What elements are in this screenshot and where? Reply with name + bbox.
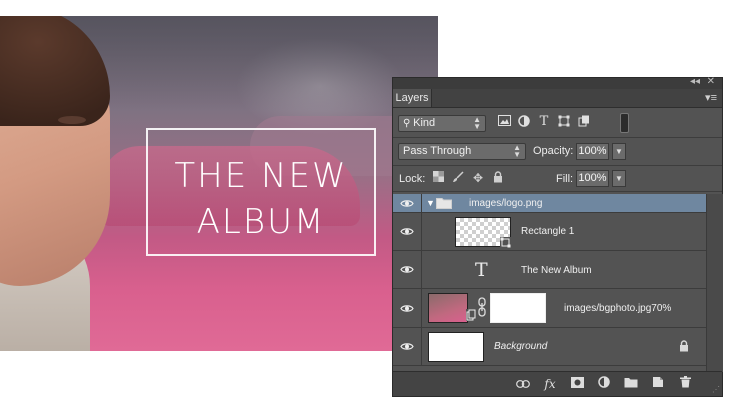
- album-logo[interactable]: THE NEW ALBUM: [146, 128, 376, 256]
- logo-line-1: THE NEW: [174, 156, 348, 196]
- pixel-filter-icon[interactable]: [497, 115, 511, 129]
- layer-row-background[interactable]: Background: [393, 328, 706, 366]
- panel-footer: fx ⋰: [393, 371, 722, 396]
- type-layer-icon: T: [475, 259, 488, 281]
- disclosure-triangle-icon[interactable]: ▼: [426, 198, 435, 208]
- layer-thumbnail: [428, 332, 484, 362]
- updown-arrows-icon: ▲ ▼: [513, 143, 521, 159]
- layer-name: images/logo.png: [469, 198, 543, 209]
- panel-tab-row: Layers ▾≡: [393, 89, 722, 108]
- layers-panel: ◂◂ ✕ Layers ▾≡ ⚲ Kind ▲ ▼ T Pass Through …: [392, 76, 723, 397]
- visibility-eye-icon[interactable]: [393, 251, 422, 288]
- updown-arrows-icon: ▲ ▼: [473, 115, 481, 131]
- layer-row-group[interactable]: ▼ images/logo.png: [393, 194, 706, 213]
- new-group-icon[interactable]: [623, 376, 639, 392]
- search-icon: ⚲: [403, 118, 414, 129]
- lock-row: Lock: ✥ Fill: 100% ▼: [393, 167, 722, 191]
- layers-list: ▼ images/logo.png Rectangle 1 T The New …: [393, 194, 706, 372]
- fx-icon[interactable]: fx: [542, 376, 558, 392]
- blend-mode-value: Pass Through: [403, 145, 472, 157]
- layer-name: The New Album: [521, 265, 592, 276]
- opacity-input[interactable]: 100%: [576, 143, 609, 160]
- opacity-dropdown-button[interactable]: ▼: [612, 143, 626, 160]
- divider: [393, 137, 722, 138]
- type-filter-icon[interactable]: T: [537, 115, 551, 129]
- adjustment-layer-icon[interactable]: [596, 376, 612, 392]
- filter-toggle[interactable]: [620, 113, 629, 133]
- opacity-label: Opacity:: [533, 145, 574, 157]
- layer-filter-row: ⚲ Kind ▲ ▼ T: [393, 111, 722, 137]
- lock-all-icon[interactable]: [491, 171, 505, 185]
- layer-mask-thumbnail[interactable]: [490, 293, 546, 323]
- logo-line-2: ALBUM: [196, 202, 326, 242]
- filter-kind-label: Kind: [413, 117, 436, 129]
- layer-name: Background: [494, 341, 548, 352]
- delete-layer-icon[interactable]: [677, 376, 693, 392]
- shape-layer-badge-icon: [500, 237, 511, 248]
- add-mask-icon[interactable]: [569, 376, 585, 392]
- tab-layers[interactable]: Layers: [393, 89, 432, 107]
- layer-name: Rectangle 1: [521, 226, 575, 237]
- visibility-eye-icon[interactable]: [393, 213, 422, 250]
- layer-name: images/bgphoto.jpg70%: [564, 303, 672, 314]
- close-panel-icon[interactable]: ✕: [707, 76, 715, 87]
- layers-scrollbar[interactable]: [706, 194, 723, 372]
- lock-position-move-icon[interactable]: ✥: [471, 171, 485, 185]
- layer-row-text[interactable]: T The New Album: [393, 251, 706, 289]
- resize-grip-icon[interactable]: ⋰: [712, 385, 720, 394]
- panel-title-bar: ◂◂ ✕: [393, 76, 722, 89]
- photo-eye: [58, 116, 86, 124]
- folder-icon: [436, 197, 452, 209]
- document-canvas: THE NEW ALBUM: [0, 16, 438, 351]
- divider: [393, 191, 722, 192]
- lock-transparent-icon[interactable]: [431, 171, 445, 185]
- visibility-eye-icon[interactable]: [393, 289, 422, 327]
- filter-kind-select[interactable]: ⚲ Kind ▲ ▼: [398, 115, 486, 132]
- layer-row-shape[interactable]: Rectangle 1: [393, 213, 706, 251]
- fill-input[interactable]: 100%: [576, 170, 609, 187]
- blend-mode-select[interactable]: Pass Through ▲ ▼: [398, 143, 526, 160]
- smart-object-filter-icon[interactable]: [577, 115, 591, 129]
- visibility-eye-icon[interactable]: [393, 194, 422, 212]
- panel-menu-icon[interactable]: ▾≡: [705, 91, 717, 104]
- divider: [393, 165, 722, 166]
- collapse-panel-icon[interactable]: ◂◂: [690, 76, 700, 87]
- layer-thumbnail: [428, 293, 468, 323]
- blend-row: Pass Through ▲ ▼ Opacity: 100% ▼: [393, 139, 722, 165]
- shape-filter-icon[interactable]: [557, 115, 571, 129]
- lock-icon: [679, 340, 689, 355]
- lock-label: Lock:: [399, 173, 426, 185]
- fill-dropdown-button[interactable]: ▼: [612, 170, 626, 187]
- fill-label: Fill:: [556, 173, 574, 185]
- layer-row-pixel[interactable]: images/bgphoto.jpg70%: [393, 289, 706, 328]
- smart-object-badge-icon: [466, 309, 476, 321]
- mask-link-icon[interactable]: [478, 297, 486, 320]
- new-layer-icon[interactable]: [650, 376, 666, 392]
- adjustment-filter-icon[interactable]: [517, 115, 531, 129]
- visibility-eye-icon[interactable]: [393, 328, 422, 365]
- lock-pixels-brush-icon[interactable]: [451, 171, 465, 185]
- link-layers-icon[interactable]: [515, 376, 531, 392]
